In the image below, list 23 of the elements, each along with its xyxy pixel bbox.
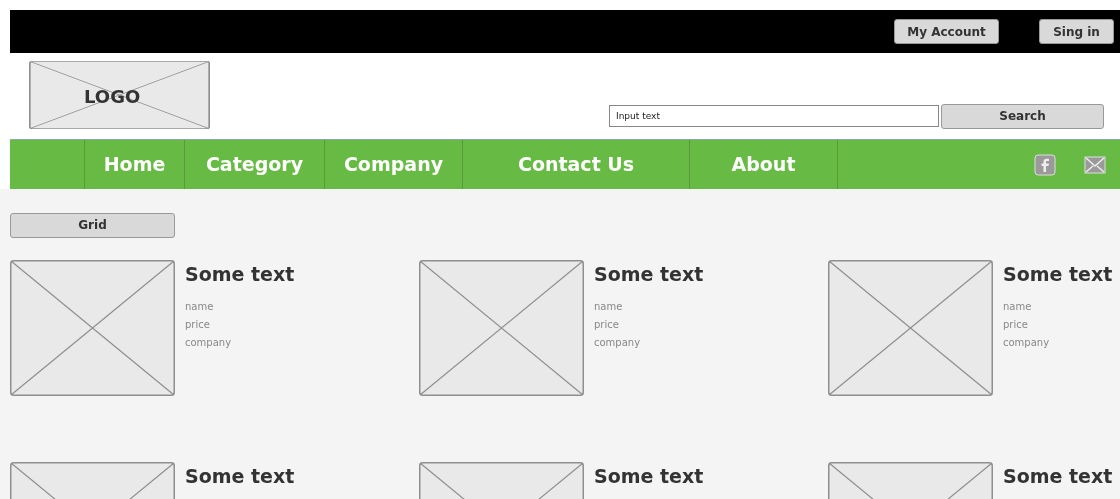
header-button[interactable]: Sing in — [1039, 19, 1114, 44]
product-title: Some text — [594, 463, 704, 489]
product-detail: company — [185, 336, 233, 350]
product-detail: company — [1003, 336, 1051, 350]
grid-button[interactable]: Grid — [10, 212, 175, 238]
product-detail: name — [185, 300, 215, 314]
facebook-icon[interactable] — [1034, 153, 1056, 176]
logo-text: LOGO — [84, 85, 141, 109]
product-title: Some text — [1003, 463, 1113, 489]
product-title: Some text — [594, 261, 704, 287]
product-title: Some text — [185, 261, 295, 287]
header-button[interactable]: My Account — [894, 19, 999, 44]
search-button[interactable]: Search — [941, 103, 1104, 129]
product-detail: price — [185, 318, 211, 332]
product-title: Some text — [1003, 261, 1113, 287]
product-detail: price — [594, 318, 620, 332]
product-detail: name — [594, 300, 624, 314]
search-field[interactable]: Input text — [609, 105, 939, 127]
product-detail: price — [1003, 318, 1029, 332]
mail-icon[interactable] — [1084, 155, 1106, 174]
product-detail: name — [1003, 300, 1033, 314]
product-title: Some text — [185, 463, 295, 489]
product-detail: company — [594, 336, 642, 350]
